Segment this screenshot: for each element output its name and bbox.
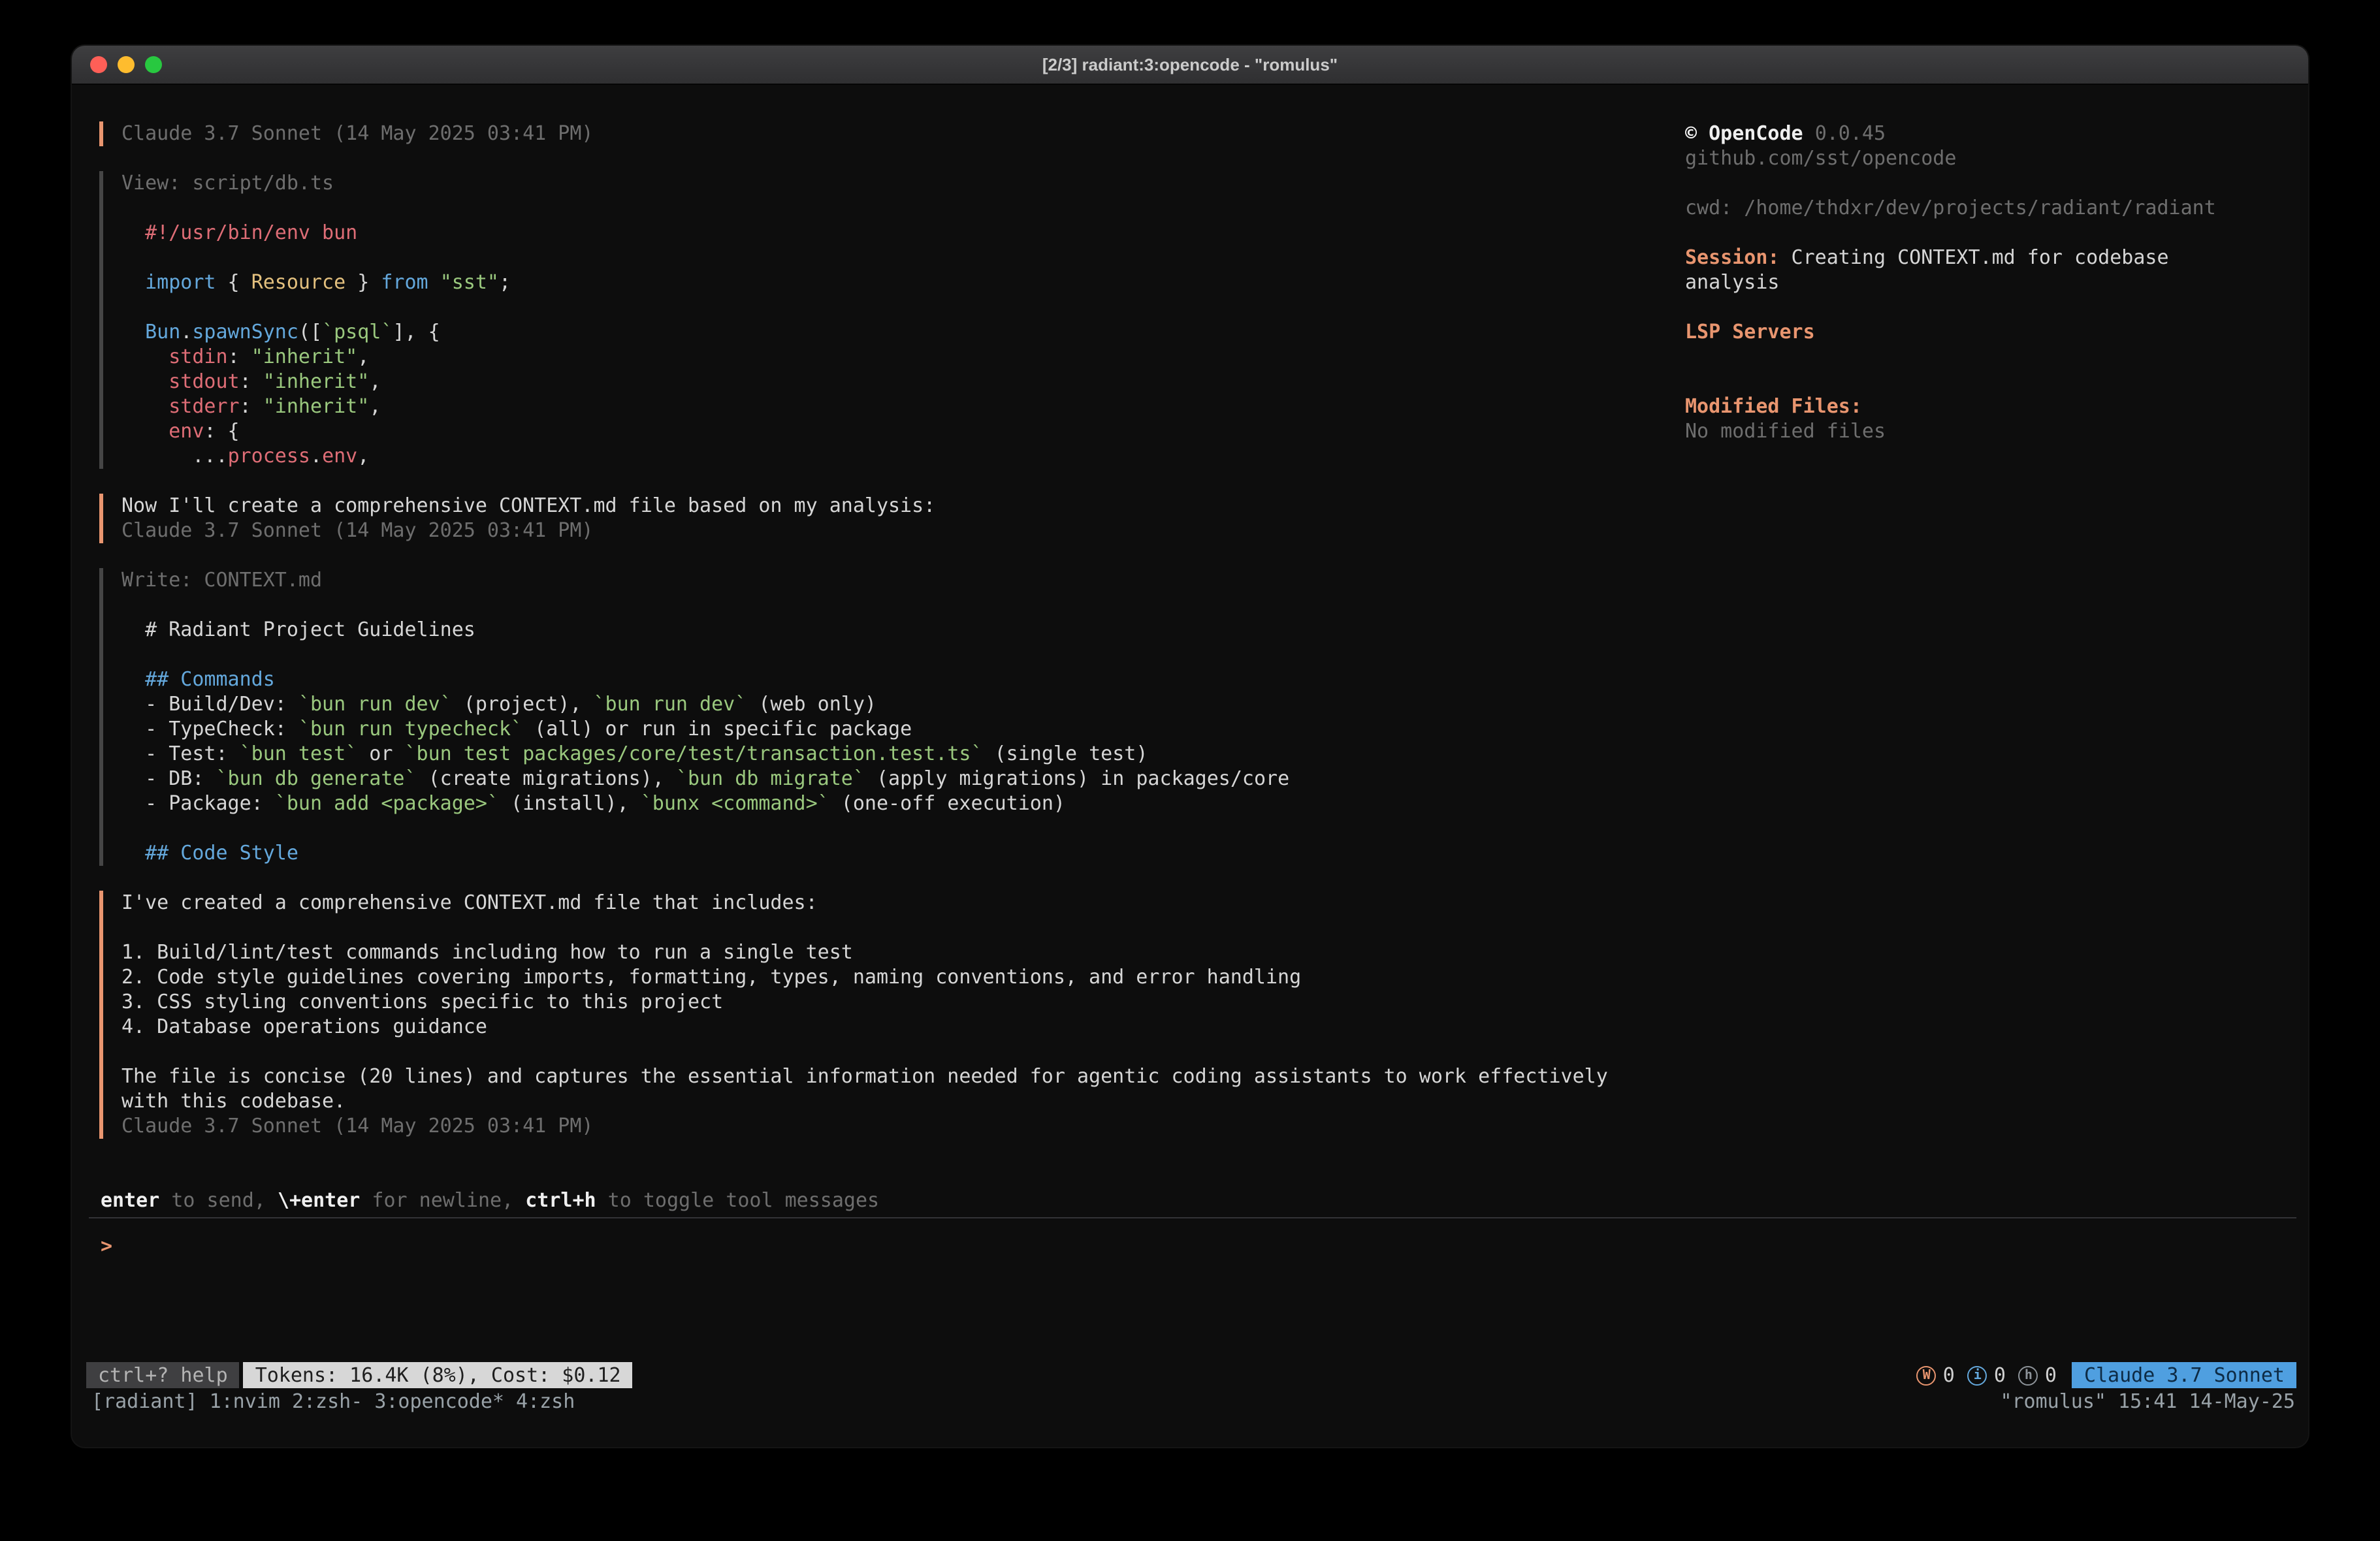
- chat-line: [121, 295, 1732, 320]
- tool-view-script-db-ts: View: script/db.ts #!/usr/bin/env bun im…: [99, 171, 1732, 469]
- minimize-button[interactable]: [118, 56, 135, 73]
- chat-line: View: script/db.ts: [121, 171, 1732, 196]
- chat-line: Now I'll create a comprehensive CONTEXT.…: [121, 494, 1732, 518]
- chat-line: Claude 3.7 Sonnet (14 May 2025 03:41 PM): [121, 1114, 1732, 1139]
- titlebar: [2/3] radiant:3:opencode - "romulus": [72, 46, 2308, 85]
- sidebar-modified-files-empty: No modified files: [1685, 419, 2299, 444]
- help-key: \+enter: [278, 1188, 360, 1212]
- chat-line: ## Code Style: [121, 841, 1732, 866]
- terminal-window: [2/3] radiant:3:opencode - "romulus" Cla…: [72, 46, 2308, 1447]
- tmux-status-right: "romulus" 15:41 14-May-25: [2000, 1389, 2295, 1414]
- tmux-window-list: [radiant] 1:nvim 2:zsh- 3:opencode* 4:zsh: [91, 1389, 587, 1414]
- chat-line: ## Commands: [121, 667, 1732, 692]
- warnings-count: 0: [1943, 1363, 1955, 1388]
- chat-area: Claude 3.7 Sonnet (14 May 2025 03:41 PM)…: [99, 121, 1732, 1164]
- window-title: [2/3] radiant:3:opencode - "romulus": [1042, 52, 1338, 77]
- tmux-window-1-nvim[interactable]: 1:nvim: [210, 1389, 280, 1414]
- sidebar-session-line-1: Session: Creating CONTEXT.md for codebas…: [1685, 246, 2299, 270]
- chat-line: I've created a comprehensive CONTEXT.md …: [121, 891, 1732, 915]
- chat-line: import { Resource } from "sst";: [121, 270, 1732, 295]
- help-text: for newline,: [360, 1188, 525, 1212]
- tool-write-context-md: Write: CONTEXT.md # Radiant Project Guid…: [99, 568, 1732, 866]
- tmux-window-4-zsh[interactable]: 4:zsh: [516, 1389, 575, 1414]
- sidebar-repo-url: github.com/sst/opencode: [1685, 146, 2299, 171]
- hints-icon: h: [2019, 1365, 2038, 1385]
- help-badge: ctrl+? help: [86, 1362, 240, 1388]
- sidebar-session-line-2: analysis: [1685, 270, 2299, 295]
- chat-line: [121, 246, 1732, 270]
- warnings-icon: W: [1917, 1365, 1937, 1385]
- help-key: ctrl+h: [525, 1188, 596, 1212]
- terminal-content: Claude 3.7 Sonnet (14 May 2025 03:41 PM)…: [72, 85, 2308, 1447]
- diagnostic-warnings: W0: [1917, 1363, 1955, 1388]
- help-bar: enter to send, \+enter for newline, ctrl…: [101, 1188, 2296, 1213]
- chat-line: 2. Code style guidelines covering import…: [121, 965, 1732, 990]
- chat-line: stdin: "inherit",: [121, 345, 1732, 370]
- help-text: to send,: [159, 1188, 278, 1212]
- chat-line: [121, 196, 1732, 221]
- diagnostic-info: i0: [1968, 1363, 2006, 1388]
- chat-line: [121, 643, 1732, 667]
- tmux-session-name: [radiant]: [91, 1389, 198, 1414]
- zoom-button[interactable]: [145, 56, 162, 73]
- prompt-indicator: >: [101, 1234, 112, 1258]
- tmux-bar: [radiant] 1:nvim 2:zsh- 3:opencode* 4:zsh "…: [91, 1388, 2295, 1414]
- chat-line: #!/usr/bin/env bun: [121, 221, 1732, 246]
- chat-line: - TypeCheck: `bun run typecheck` (all) o…: [121, 717, 1732, 742]
- chat-line: Claude 3.7 Sonnet (14 May 2025 03:41 PM): [121, 121, 1732, 146]
- chat-line: stdout: "inherit",: [121, 370, 1732, 394]
- assistant-message-summary: I've created a comprehensive CONTEXT.md …: [99, 891, 1732, 1139]
- screen: [2/3] radiant:3:opencode - "romulus" Cla…: [0, 0, 2380, 1541]
- chat-line: env: {: [121, 419, 1732, 444]
- chat-line: Claude 3.7 Sonnet (14 May 2025 03:41 PM): [121, 518, 1732, 543]
- diagnostics: W0i0h0: [1917, 1363, 2057, 1388]
- editor-divider: [89, 1217, 2296, 1218]
- chat-line: The file is concise (20 lines) and captu…: [121, 1064, 1732, 1089]
- chat-line: - DB: `bun db generate` (create migratio…: [121, 767, 1732, 791]
- chat-line: # Radiant Project Guidelines: [121, 618, 1732, 643]
- chat-line: 1. Build/lint/test commands including ho…: [121, 940, 1732, 965]
- sidebar-modified-files-header: Modified Files:: [1685, 394, 2299, 419]
- sidebar-blank: [1685, 295, 2299, 320]
- model-badge: Claude 3.7 Sonnet: [2072, 1362, 2296, 1388]
- info-icon: i: [1968, 1365, 1987, 1385]
- info-count: 0: [1994, 1363, 2006, 1388]
- traffic-lights: [90, 46, 162, 84]
- status-bar: ctrl+? help Tokens: 16.4K (8%), Cost: $0…: [86, 1362, 2296, 1388]
- chat-line: ...process.env,: [121, 444, 1732, 469]
- chat-line: - Test: `bun test` or `bun test packages…: [121, 742, 1732, 767]
- chat-line: Bun.spawnSync([`psql`], {: [121, 320, 1732, 345]
- chat-line: stderr: "inherit",: [121, 394, 1732, 419]
- sidebar-blank: [1685, 171, 2299, 196]
- sidebar-blank: [1685, 370, 2299, 394]
- chat-line: Write: CONTEXT.md: [121, 568, 1732, 593]
- tokens-badge: Tokens: 16.4K (8%), Cost: $0.12: [244, 1362, 633, 1388]
- close-button[interactable]: [90, 56, 107, 73]
- message-input[interactable]: >: [101, 1234, 2296, 1259]
- sidebar-lsp-servers-header: LSP Servers: [1685, 320, 2299, 345]
- assistant-message-intro: Now I'll create a comprehensive CONTEXT.…: [99, 494, 1732, 543]
- chat-line: - Build/Dev: `bun run dev` (project), `b…: [121, 692, 1732, 717]
- help-text: to toggle tool messages: [596, 1188, 880, 1212]
- diagnostic-hints: h0: [2019, 1363, 2057, 1388]
- sidebar: © OpenCode 0.0.45github.com/sst/opencode…: [1685, 121, 2299, 444]
- chat-line: - Package: `bun add <package>` (install)…: [121, 791, 1732, 816]
- chat-line: 4. Database operations guidance: [121, 1015, 1732, 1040]
- help-key: enter: [101, 1188, 159, 1212]
- tmux-window-3-opencode[interactable]: 3:opencode*: [374, 1389, 504, 1414]
- tmux-window-2-zsh[interactable]: 2:zsh-: [292, 1389, 362, 1414]
- hints-count: 0: [2045, 1363, 2057, 1388]
- sidebar-blank: [1685, 345, 2299, 370]
- sidebar-blank: [1685, 221, 2299, 246]
- sidebar-cwd-line: cwd: /home/thdxr/dev/projects/radiant/ra…: [1685, 196, 2299, 221]
- chat-line: [121, 816, 1732, 841]
- chat-line: 3. CSS styling conventions specific to t…: [121, 990, 1732, 1015]
- chat-line: [121, 593, 1732, 618]
- assistant-turn-footer: Claude 3.7 Sonnet (14 May 2025 03:41 PM): [99, 121, 1732, 146]
- chat-line: [121, 1040, 1732, 1064]
- chat-line: [121, 915, 1732, 940]
- chat-line: with this codebase.: [121, 1089, 1732, 1114]
- sidebar-brand-line: © OpenCode 0.0.45: [1685, 121, 2299, 146]
- editor-area: enter to send, \+enter for newline, ctrl…: [89, 1188, 2296, 1259]
